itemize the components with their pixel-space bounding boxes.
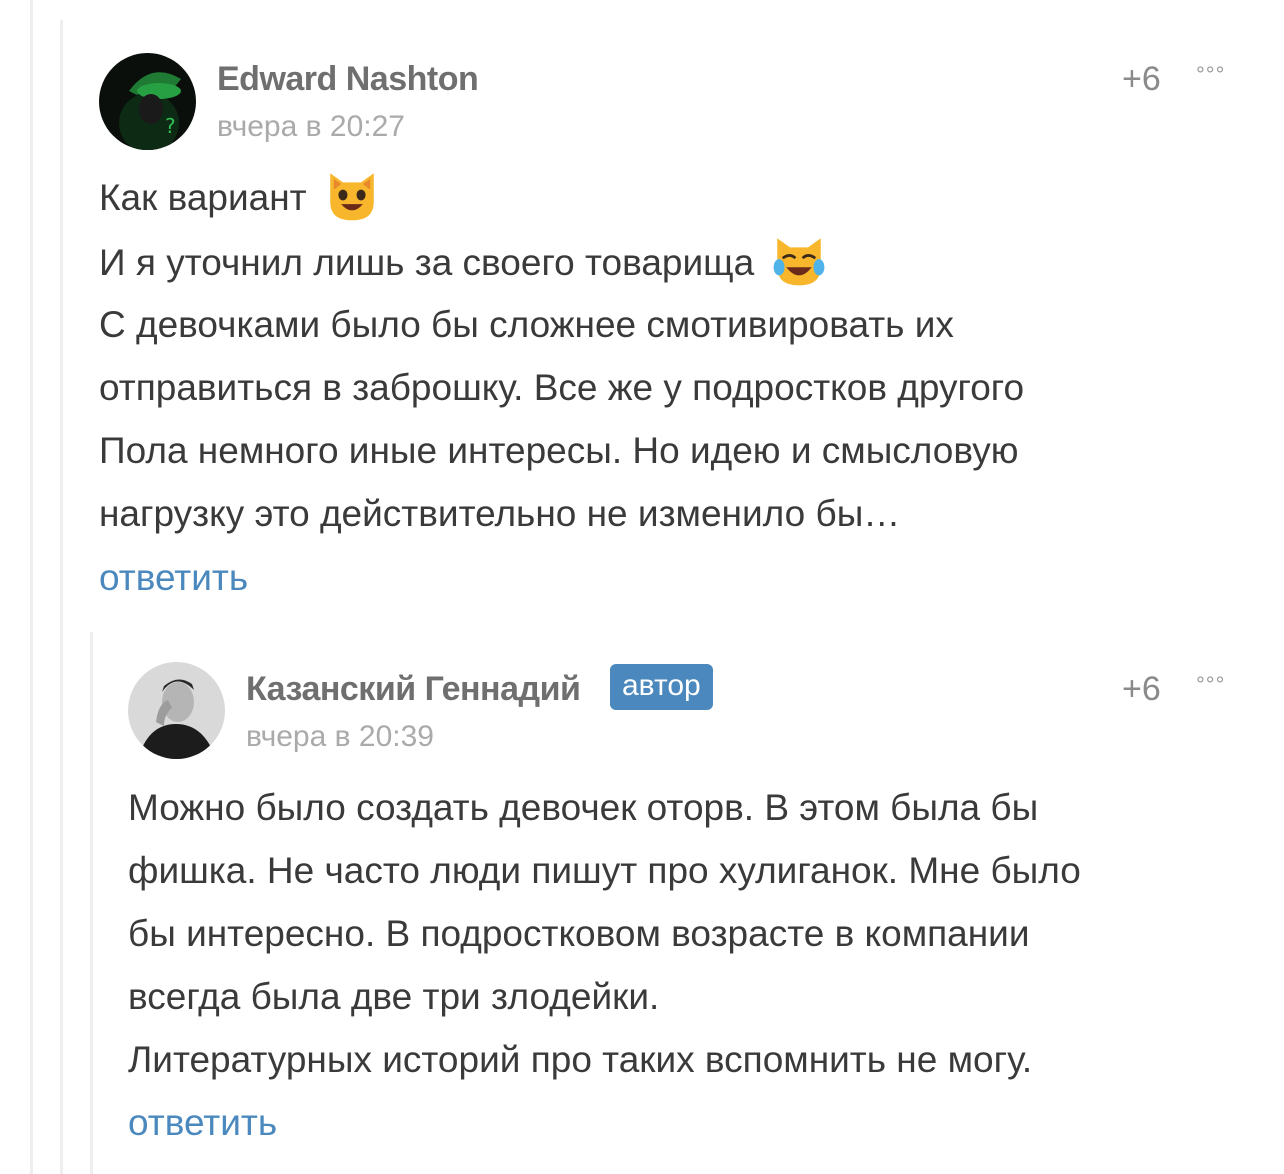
user-avatar[interactable]: [128, 662, 225, 759]
comment-rating: +6: [1122, 670, 1161, 708]
comment-date[interactable]: вчера в 20:39: [246, 720, 434, 754]
author-photo-avatar-icon: [128, 662, 225, 759]
comment-reply: Казанский Геннадий автор вчера в 20:39 +…: [0, 0, 1284, 1174]
comment-text-line: всегда была две три злодейки.: [128, 976, 660, 1017]
comment-text-line: Можно было создать девочек оторв. В этом…: [128, 787, 1039, 828]
reply-link[interactable]: ответить: [128, 1102, 277, 1144]
comment-text-line: фишка. Не часто люди пишут про хулиганок…: [128, 850, 1081, 891]
author-badge: автор: [610, 664, 713, 710]
comment-author[interactable]: Казанский Геннадий: [246, 670, 581, 709]
comment-text-line: Литературных историй про таких вспомнить…: [128, 1039, 1033, 1080]
comment-text-line: бы интересно. В подростковом возрасте в …: [128, 913, 1030, 954]
more-dots-icon[interactable]: °°°: [1196, 672, 1225, 698]
